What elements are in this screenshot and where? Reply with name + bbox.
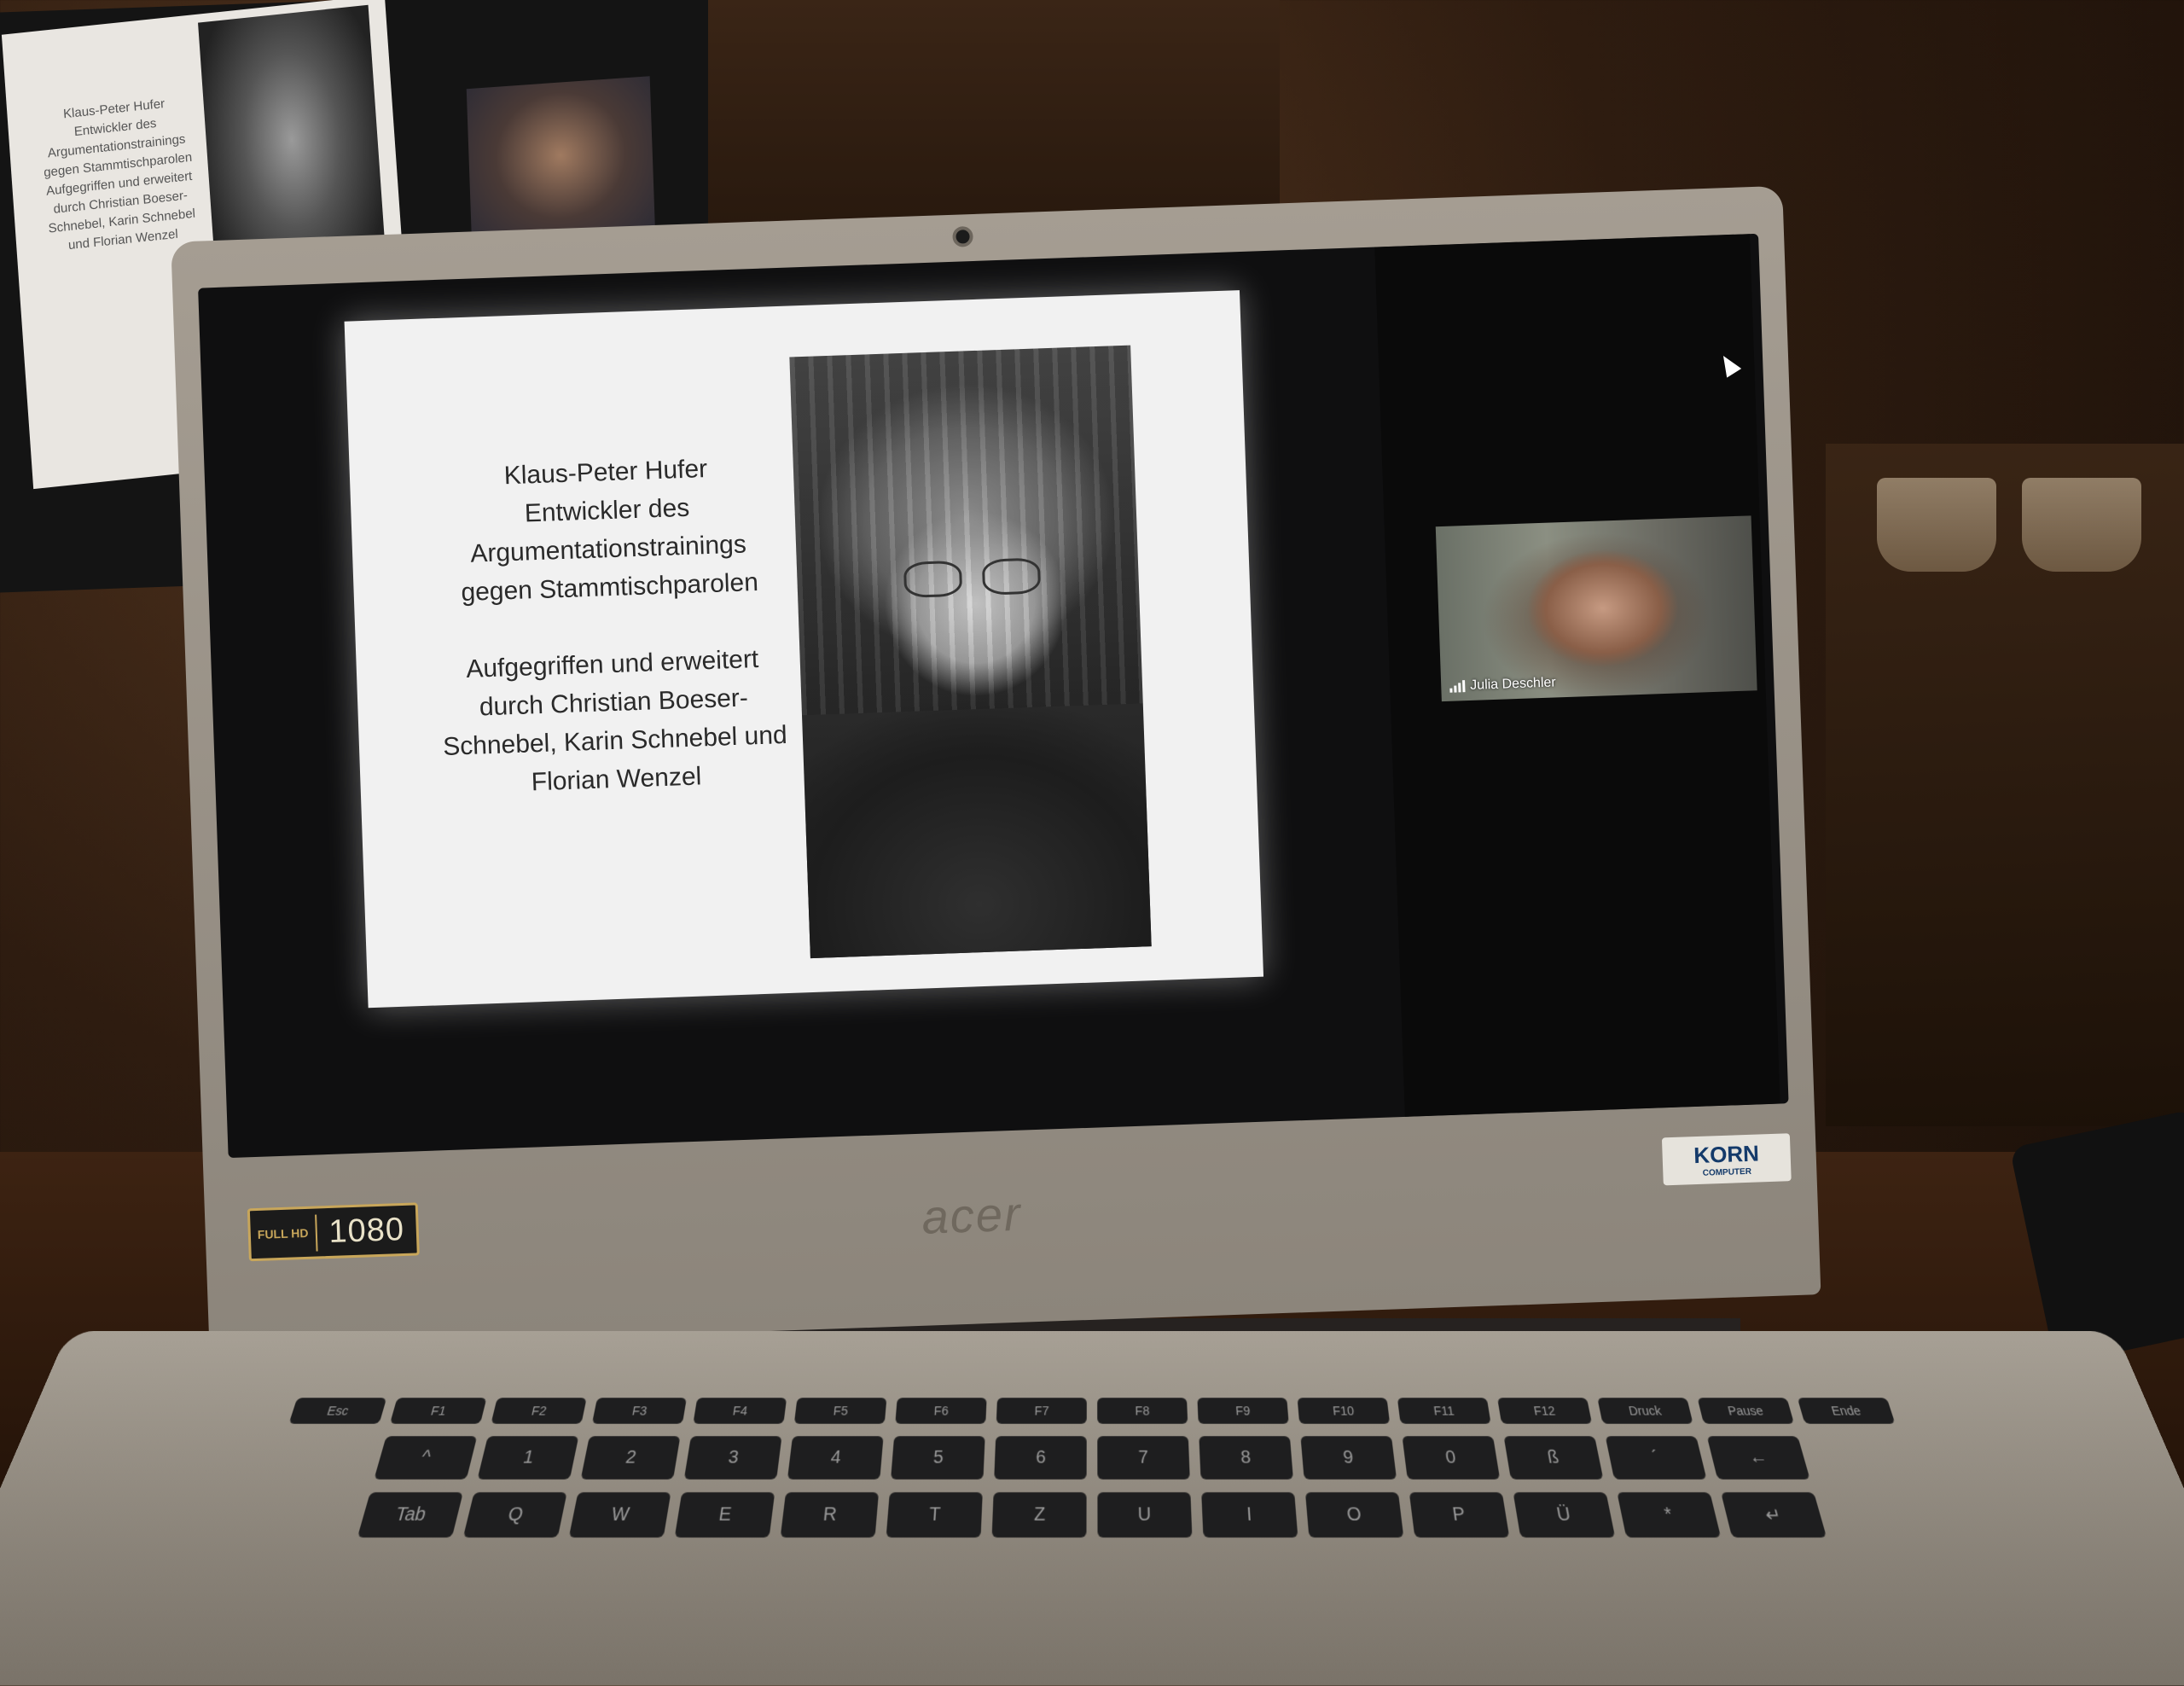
keyboard-key[interactable]: Tab — [357, 1492, 463, 1538]
keyboard-key[interactable]: F3 — [592, 1398, 687, 1423]
keyboard-key[interactable]: 9 — [1300, 1436, 1397, 1480]
glasses-icon — [903, 557, 1041, 596]
dealer-sticker: KORN COMPUTER — [1662, 1133, 1792, 1185]
keyboard-key[interactable]: ← — [1707, 1436, 1810, 1480]
keyboard-key[interactable]: F11 — [1397, 1398, 1491, 1423]
keyboard-key[interactable]: W — [569, 1492, 671, 1538]
keyboard-key[interactable]: 5 — [891, 1436, 985, 1480]
participant-label: Julia Deschler — [1449, 675, 1556, 694]
keyboard-key[interactable]: 7 — [1097, 1436, 1190, 1480]
keyboard: Esc F1 F2 F3 F4 F5 F6 F7 F8 F9 F10 F11 F12 Druck Pause… — [103, 1398, 2080, 1551]
keyboard-key[interactable]: 0 — [1402, 1436, 1500, 1480]
keyboard-key[interactable]: Pause — [1697, 1398, 1794, 1423]
participant-name: Julia Deschler — [1470, 675, 1556, 693]
keyboard-key[interactable]: F5 — [794, 1398, 887, 1423]
slide-text: Klaus-Peter Hufer Entwickler des Argumen… — [426, 447, 797, 843]
keyboard-key[interactable]: Ü — [1513, 1492, 1616, 1538]
dealer-sticker-name: KORN — [1693, 1140, 1760, 1168]
laptop-lid: Klaus-Peter Hufer Entwickler des Argumen… — [171, 186, 1821, 1351]
keyboard-key[interactable]: F10 — [1298, 1398, 1391, 1423]
letter-key-row: Tab Q W E R T Z U I O P Ü * ↵ — [108, 1492, 2075, 1538]
slide-text-block-2: Aufgegriffen und erweitert durch Christi… — [433, 639, 796, 805]
keyboard-key[interactable]: Z — [992, 1492, 1087, 1538]
brand-logo: acer — [921, 1186, 1022, 1245]
keyboard-key[interactable]: U — [1097, 1492, 1192, 1538]
presentation-slide: Klaus-Peter Hufer Entwickler des Argumen… — [345, 290, 1263, 1008]
background-cup — [1877, 478, 1996, 572]
second-monitor-slide-text: Klaus-Peter Hufer Entwickler des Argumen… — [32, 91, 205, 258]
keyboard-key[interactable]: F6 — [895, 1398, 986, 1423]
keyboard-key[interactable]: R — [781, 1492, 879, 1538]
keyboard-key[interactable]: F7 — [996, 1398, 1087, 1423]
keyboard-key[interactable]: * — [1617, 1492, 1721, 1538]
keyboard-key[interactable]: ´ — [1606, 1436, 1707, 1480]
function-key-row: Esc F1 F2 F3 F4 F5 F6 F7 F8 F9 F10 F11 F12 Druck Pause… — [152, 1398, 2031, 1423]
keyboard-key[interactable]: P — [1409, 1492, 1510, 1538]
keyboard-key[interactable]: F8 — [1097, 1398, 1188, 1423]
bookshelf-background — [789, 346, 1142, 716]
keyboard-deck: Esc F1 F2 F3 F4 F5 F6 F7 F8 F9 F10 F11 F12 Druck Pause… — [0, 1331, 2184, 1686]
keyboard-key[interactable]: 1 — [477, 1436, 578, 1480]
keyboard-key[interactable]: F1 — [390, 1398, 487, 1423]
keyboard-key[interactable]: Druck — [1597, 1398, 1693, 1423]
slide-text-block-1: Klaus-Peter Hufer Entwickler des Argumen… — [426, 447, 789, 613]
portrait-photo — [789, 346, 1151, 959]
dealer-sticker-sub: COMPUTER — [1694, 1166, 1760, 1178]
keyboard-key[interactable]: I — [1201, 1492, 1298, 1538]
keyboard-key[interactable]: 4 — [787, 1436, 884, 1480]
fullhd-sticker-small: FULL HD — [251, 1226, 316, 1242]
keyboard-key[interactable]: Ende — [1798, 1398, 1896, 1423]
number-key-row: ^ 1 2 3 4 5 6 7 8 9 0 ß ´ ← — [131, 1436, 2053, 1480]
keyboard-key[interactable]: E — [675, 1492, 775, 1538]
keyboard-key[interactable]: T — [886, 1492, 983, 1538]
keyboard-key[interactable]: F4 — [693, 1398, 787, 1423]
participant-video-tile[interactable]: Julia Deschler — [1436, 515, 1757, 701]
webcam-icon — [956, 230, 970, 244]
fullhd-sticker: FULL HD 1080 — [247, 1202, 420, 1261]
keyboard-key[interactable]: 8 — [1199, 1436, 1293, 1480]
background-cup — [2022, 478, 2141, 572]
keyboard-key[interactable]: F12 — [1497, 1398, 1592, 1423]
signal-bars-icon — [1449, 680, 1465, 693]
keyboard-key[interactable]: 3 — [684, 1436, 782, 1480]
keyboard-key[interactable]: ß — [1504, 1436, 1604, 1480]
laptop-screen: Klaus-Peter Hufer Entwickler des Argumen… — [198, 234, 1788, 1158]
keyboard-key[interactable]: 6 — [994, 1436, 1087, 1480]
second-monitor-video-tile: Julia Deschler — [467, 76, 655, 251]
keyboard-key[interactable]: ^ — [374, 1436, 477, 1480]
keyboard-key[interactable]: F2 — [491, 1398, 586, 1423]
keyboard-key[interactable]: Esc — [288, 1398, 386, 1423]
keyboard-key[interactable]: 2 — [581, 1436, 681, 1480]
keyboard-key[interactable]: F9 — [1197, 1398, 1288, 1423]
keyboard-key[interactable]: ↵ — [1721, 1492, 1827, 1538]
fullhd-sticker-resolution: 1080 — [315, 1211, 417, 1251]
keyboard-key[interactable]: Q — [463, 1492, 567, 1538]
keyboard-key[interactable]: O — [1305, 1492, 1403, 1538]
